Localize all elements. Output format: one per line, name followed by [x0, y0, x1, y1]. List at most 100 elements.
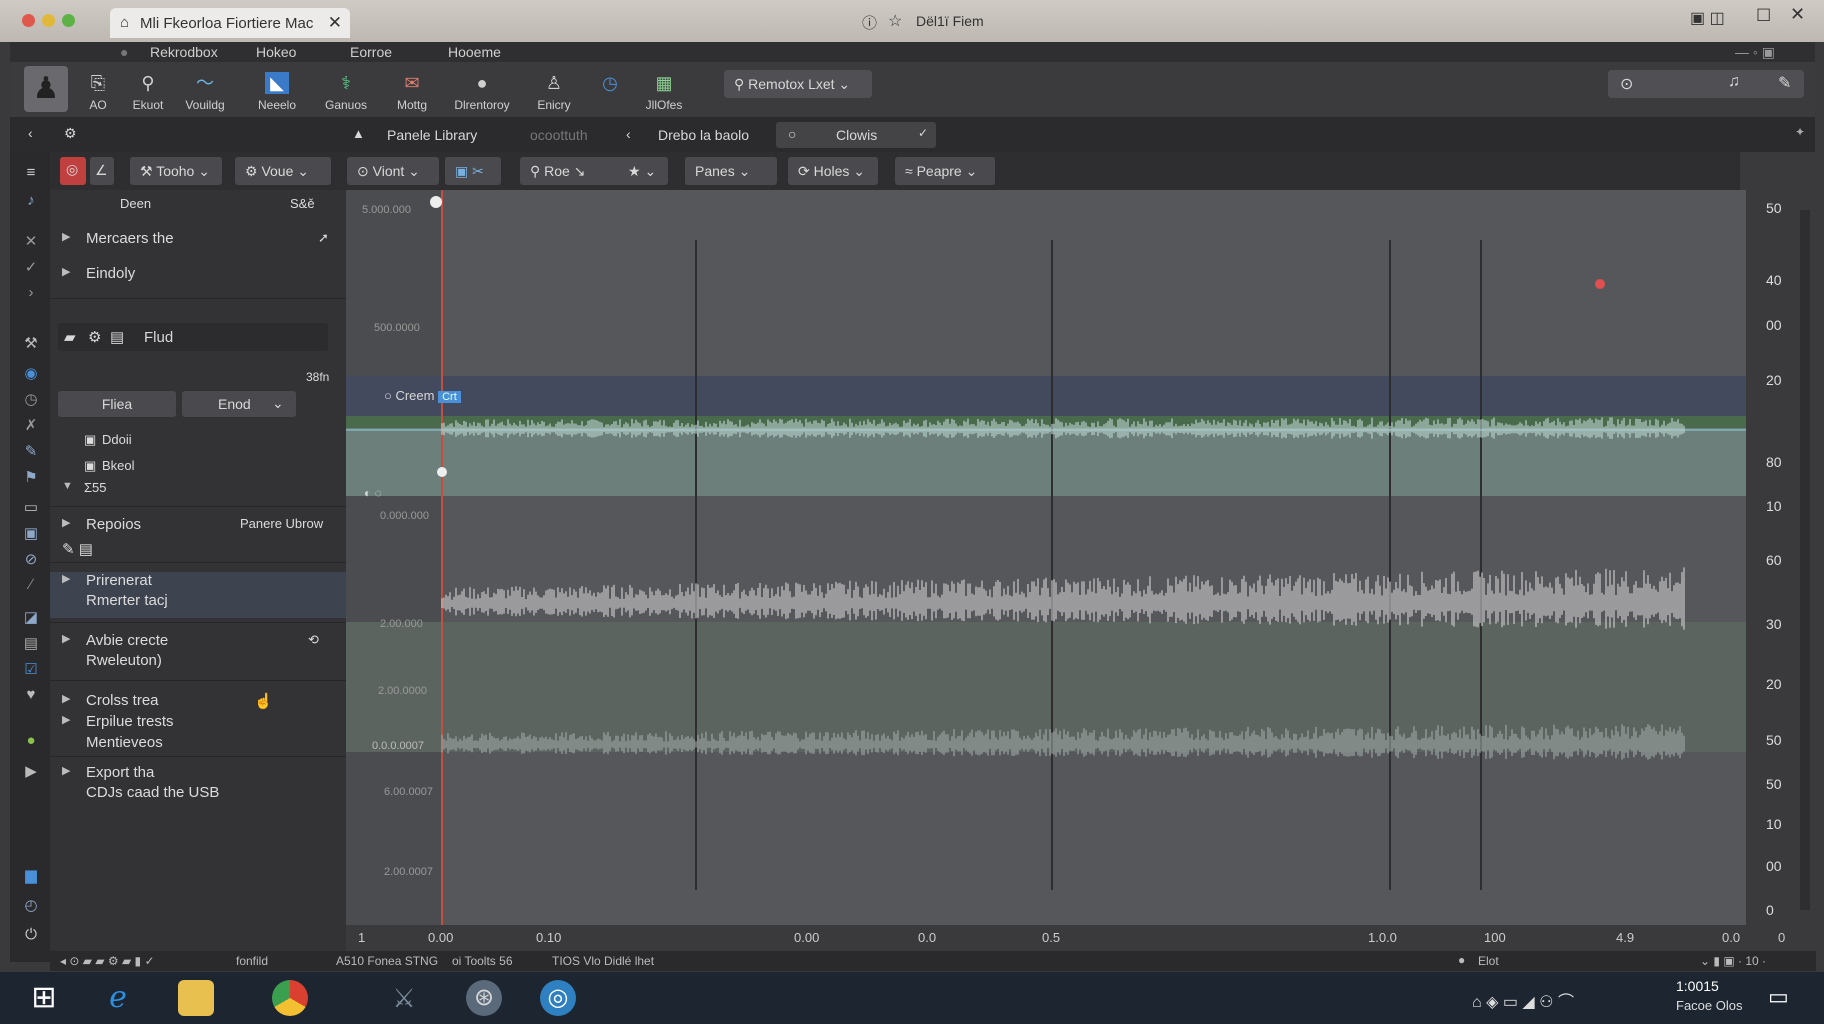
tool-vouildg[interactable]: 〜 Vouildg [175, 72, 235, 112]
tool-ganuos[interactable]: ⚕ Ganuos [316, 72, 376, 112]
box-icon[interactable]: ▤ [22, 634, 40, 652]
tree-item-prirenerat[interactable]: ▶ Prirenerat Rmerter tacj [50, 572, 346, 618]
pin-panel-icon[interactable]: ✦ [1795, 125, 1805, 139]
checkbox-icon[interactable]: ☑ [22, 660, 40, 678]
menu-window-controls[interactable]: — ◦ ▣ [1735, 44, 1775, 61]
power-icon[interactable]: ⏻ [22, 926, 40, 944]
image-tools-icon[interactable]: ▣ ✂ [445, 157, 501, 185]
filter-tooho[interactable]: ⚒ Tooho ⌄ [130, 157, 222, 185]
status-controls[interactable]: ⌄ ▮ ▣ · 10 · [1700, 954, 1766, 968]
filter-holes[interactable]: ⟳ Holes ⌄ [788, 157, 878, 185]
track-label[interactable]: ○ Creem Crt [384, 388, 461, 403]
system-tray-icons[interactable]: ⌂ ◈ ▭ ◢ ⚇ ⌒ [1472, 988, 1574, 1012]
search-dropdown[interactable]: ⚲ Remotox Lxet ⌄ [724, 70, 872, 98]
tool-clock[interactable]: ◷ [580, 72, 640, 98]
link-icon[interactable]: ⊘ [22, 550, 40, 568]
back-icon[interactable]: ‹ [28, 125, 33, 141]
note-icon[interactable]: ♪ [22, 192, 40, 210]
enod-dropdown[interactable]: Enod ⌄ [182, 391, 296, 417]
tool-enicry[interactable]: ♙ Enicry [524, 72, 584, 112]
edit-icon[interactable]: ✎ [1778, 73, 1791, 93]
x-icon[interactable]: ✕ [22, 232, 40, 250]
timeline-ruler[interactable]: 1 0.00 0.10 0.00 0.0 0.5 1.0.0 100 4.9 0… [346, 925, 1816, 951]
tool-neeelo[interactable]: ◣ Neeelo [247, 72, 307, 112]
filter-viont[interactable]: ⊙ Viont ⌄ [347, 157, 439, 185]
clovis-field[interactable]: ○ Clowis ✓ [776, 122, 936, 148]
clock-date[interactable]: Facoe Olos [1676, 998, 1742, 1013]
arrow-icon[interactable]: › [22, 284, 40, 302]
folder-icon[interactable]: ▆ [22, 866, 40, 884]
filter-peapre[interactable]: ≈ Peapre ⌄ [895, 157, 995, 185]
browser-tab[interactable]: ⌂ Mli Fkeorloa Fiortiere Mac ✕ [110, 8, 350, 38]
tool-dlrentoroy[interactable]: ● Dlrentoroy [452, 72, 512, 112]
chrome-icon[interactable] [272, 980, 308, 1016]
grid-label: 2.00.000 [380, 618, 423, 630]
help-icon[interactable]: ⊙ [1620, 74, 1633, 94]
history-icon[interactable]: ◴ [22, 896, 40, 914]
up-icon[interactable]: ▲ [352, 126, 365, 141]
disc-icon[interactable]: ◉ [22, 364, 40, 382]
maximize-window-button[interactable] [62, 14, 75, 27]
menu-bar: ● Rekrodbox Hokeo Eorroe Hooeme — ◦ ▣ [10, 42, 1815, 62]
close-window-button[interactable] [22, 14, 35, 27]
menu-eorroe[interactable]: Eorroe [350, 44, 392, 60]
settings-icon[interactable]: ⚙ [64, 125, 77, 142]
fliea-button[interactable]: Fliea [58, 391, 176, 417]
breadcrumb-2[interactable]: ocoottuth [530, 127, 588, 143]
windows-start-icon[interactable]: ⊞ [26, 980, 62, 1016]
restore-icon[interactable]: ☐ [1756, 6, 1771, 26]
pencil-icon[interactable]: ✎ ▤ [62, 540, 102, 558]
tool-jllofes[interactable]: ▦ JllOfes [634, 72, 694, 112]
rekordbox-taskbar-icon[interactable]: ◎ [540, 980, 576, 1016]
user-icon[interactable]: ♟ [24, 66, 68, 112]
minimize-window-button[interactable] [42, 14, 55, 27]
green-dot-icon[interactable]: ● [22, 732, 40, 750]
notification-icon[interactable]: ▭ [1768, 984, 1789, 1010]
filter-voue[interactable]: ⚙ Voue ⌄ [235, 157, 331, 185]
pen-icon[interactable]: ∠ [90, 157, 114, 185]
menu-rekordbox[interactable]: Rekrodbox [150, 44, 218, 60]
clock-time[interactable]: 1:0015 [1676, 978, 1719, 994]
breadcrumb-3[interactable]: Drebo la baolo [658, 127, 749, 143]
clock-icon[interactable]: ◷ [22, 390, 40, 408]
find-bar[interactable]: ▰ ⚙ ▤ Flud [58, 323, 328, 351]
record-toggle-icon[interactable]: ◎ [60, 157, 86, 185]
divider [50, 298, 346, 299]
check-icon[interactable]: ✓ [22, 258, 40, 276]
hamburger-icon[interactable]: ≡ [22, 164, 40, 182]
edge-browser-icon[interactable]: ℯ [100, 980, 136, 1016]
menu-hooeme[interactable]: Hooeme [448, 44, 501, 60]
heart-icon[interactable]: ♥ [22, 686, 40, 704]
tool-ekuot[interactable]: ⚲ Ekuot [118, 72, 178, 112]
play-icon[interactable]: ▶ [22, 762, 40, 780]
image-icon[interactable]: ▣ [22, 524, 40, 542]
chevron-left-icon[interactable]: ‹ [626, 126, 631, 142]
tools-icon[interactable]: ⚒ [22, 334, 40, 352]
close-icon[interactable]: ✕ [1790, 4, 1805, 25]
line-icon[interactable]: ∕ [22, 576, 40, 594]
bell-icon[interactable]: ♫ [1728, 73, 1740, 91]
star-filter-icon[interactable]: ★ ⌄ [618, 157, 668, 185]
steam-icon[interactable]: ⊛ [466, 980, 502, 1016]
chart-icon[interactable]: ◪ [22, 608, 40, 626]
pencil-icon[interactable]: ✎ [22, 442, 40, 460]
file-explorer-icon[interactable] [178, 980, 214, 1016]
lock-icon[interactable]: ◐ ◌ [364, 486, 382, 500]
star-icon[interactable]: ☆ [888, 11, 902, 31]
game-app-icon[interactable]: ⚔ [386, 980, 422, 1016]
filter-panes[interactable]: Panes ⌄ [685, 157, 777, 185]
tag-icon[interactable]: ⚑ [22, 468, 40, 486]
cross-icon[interactable]: ✗ [22, 416, 40, 434]
close-tab-icon[interactable]: ✕ [328, 13, 342, 33]
info-icon[interactable]: ⓘ [862, 12, 877, 33]
expand-arrow-icon: ▶ [62, 231, 71, 243]
window-icon[interactable]: ▭ [22, 498, 40, 516]
waveform-view[interactable]: ○ Creem Crt ◐ ◌ 5.000.000 500.0000 0.000… [346, 190, 1746, 925]
window-tile-icon[interactable]: ▣ ◫ [1690, 8, 1725, 28]
tool-mottg[interactable]: ✉ Mottg [382, 72, 442, 112]
column-header-s[interactable]: S&ě [290, 196, 350, 211]
scrollbar[interactable] [1800, 210, 1810, 910]
status-icons[interactable]: ◂ ⊙ ▰ ▰ ⚙ ▰ ▮ ✓ [60, 954, 155, 968]
menu-hokeo[interactable]: Hokeo [256, 44, 296, 60]
breadcrumb-library[interactable]: Panele Library [387, 127, 477, 143]
